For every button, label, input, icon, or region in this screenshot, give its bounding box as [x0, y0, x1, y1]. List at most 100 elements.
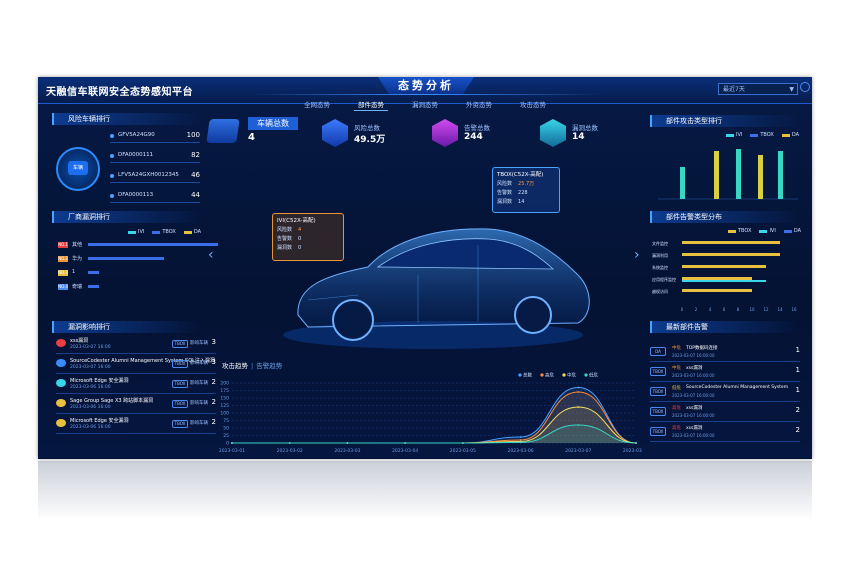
risk-label: 风险总数 — [354, 124, 380, 132]
y-tick-label: 200 — [220, 381, 229, 387]
rank-badge: NO.1 — [58, 242, 68, 248]
alert-row[interactable]: TBOX 中危 xss漏洞 2023-03-07 16:00:00 1 — [650, 363, 800, 382]
rank-row[interactable]: DFA0000111 82 — [110, 151, 200, 163]
chevron-down-icon: ▼ — [789, 86, 794, 93]
risk-kpi: 风险总数 49.5万 — [322, 119, 412, 149]
vehicle-radar-icon: 车辆 — [56, 147, 100, 191]
vuln-severity-icon — [56, 339, 66, 347]
vendor-bar-row[interactable]: NO.1 其他 — [58, 240, 218, 250]
alert-level: 中危 — [672, 346, 681, 351]
ivi-row-label: 漏洞数 — [277, 245, 293, 251]
ivi-row: 告警数 0 — [277, 235, 339, 242]
rank-row[interactable]: LFV5A24GXH0012345 46 — [110, 171, 200, 183]
center-title: 态势分析 — [378, 77, 474, 95]
vuln-impact-row[interactable]: SourceCodester Alumni Management System … — [56, 355, 216, 374]
tab-network[interactable]: 全网态势 — [300, 99, 334, 111]
attack-bar — [758, 155, 763, 199]
attack-bar — [714, 151, 719, 199]
vuln-date: 2023-03-06 16:00 — [70, 405, 111, 410]
legend-label: 低危 — [589, 372, 598, 379]
alert-hex-icon — [432, 119, 458, 147]
brand-title: 天融信车联网安全态势感知平台 — [46, 87, 193, 98]
alert-value: 244 — [464, 132, 483, 142]
alert-date: 2023-03-07 16:00:00 — [672, 373, 715, 378]
rank-value: 46 — [191, 171, 200, 179]
vendor-bar-row[interactable]: NO.4 奇瑞 — [58, 282, 198, 292]
rank-row[interactable]: GFV5A24G90 100 — [110, 131, 200, 143]
vuln-title: Microsoft Edge 安全漏洞 — [70, 418, 129, 424]
alert-count: 1 — [795, 366, 800, 374]
alert-bar — [682, 289, 752, 292]
legend-label: DA — [193, 229, 201, 235]
tab-attack[interactable]: 攻击态势 — [516, 99, 550, 111]
legend-label: 总数 — [523, 372, 532, 379]
y-tick-label: 150 — [220, 396, 229, 402]
vuln-impact-row[interactable]: xss漏洞 2023-03-07 16:00 TBOX 影响车辆 3 — [56, 335, 216, 354]
alert-row[interactable]: TBOX 高危 xss漏洞 2023-03-07 16:00:00 2 — [650, 403, 800, 422]
tab-vuln[interactable]: 漏洞态势 — [408, 99, 442, 111]
x-tick-label: 2023-03-01 — [219, 448, 245, 454]
vendor-category: 1 — [72, 269, 76, 275]
series-area — [232, 425, 636, 443]
rank-dot-icon — [110, 154, 114, 158]
time-range-select[interactable]: 最近7天 ▼ — [718, 83, 798, 95]
vuln-label: 漏洞总数 — [572, 124, 598, 132]
vuln-impact-row[interactable]: Sage Group Sage X3 跨站脚本漏洞 2023-03-06 16:0… — [56, 395, 216, 414]
vendor-bar-row[interactable]: NO.3 1 — [58, 268, 198, 278]
rank-name: DFA0000111 — [118, 152, 154, 158]
series-point — [635, 442, 637, 444]
alert-date: 2023-03-07 16:00:00 — [672, 413, 715, 418]
tbox-row: 漏洞数 14 — [497, 198, 555, 205]
ivi-row-label: 风险数 — [277, 227, 293, 233]
alert-count: 2 — [795, 426, 800, 434]
y-tick-label: 25 — [223, 433, 229, 439]
vehicle-total-value: 4 — [248, 132, 255, 143]
alert-x-tick: 12 — [763, 307, 769, 312]
trend-chart: 0 2550 75100 125150 175200 2023-03-01 2023-03-… — [219, 372, 642, 455]
alert-row[interactable]: DA 中危 TOP数据码连接 2023-03-07 16:00:00 1 — [650, 343, 800, 362]
series-point — [231, 442, 233, 444]
rank-dot-icon — [110, 174, 114, 178]
alert-row[interactable]: TBOX 低危 SourceCodester Alumni Management S… — [650, 383, 800, 402]
series-point — [288, 442, 291, 444]
component-attack-title: 部件攻击类型排行 — [650, 115, 800, 127]
vuln-affected-label: 影响车辆 — [190, 361, 208, 366]
tab-component[interactable]: 部件态势 — [354, 99, 388, 111]
vehicle-total-label: 车辆总数 — [248, 117, 298, 130]
alert-date: 2023-03-07 16:00:00 — [672, 353, 715, 358]
tab-foreign[interactable]: 外资态势 — [462, 99, 496, 111]
legend-label: TBOX — [162, 229, 176, 235]
vendor-bar-row[interactable]: NO.2 华为 — [58, 254, 198, 264]
vuln-affected-label: 影响车辆 — [190, 341, 208, 346]
rank-dot-icon — [110, 134, 114, 138]
vuln-date: 2023-03-06 16:00 — [70, 425, 111, 430]
tbox-row: 告警数 228 — [497, 189, 555, 196]
tbox-callout[interactable]: TBOX(C52X-高配) 风险数 25.7万 告警数 228 漏洞数 14 — [492, 167, 560, 213]
legend-label: DA — [793, 228, 801, 234]
x-tick-label: 2023-03-06 — [507, 448, 533, 454]
gear-icon[interactable] — [800, 82, 810, 92]
component-alert-title: 部件告警类型分布 — [650, 211, 800, 223]
alert-x-tick: 14 — [777, 307, 783, 312]
alert-level: 中危 — [672, 366, 681, 371]
next-arrow-icon[interactable]: › — [634, 247, 640, 263]
prev-arrow-icon[interactable]: ‹ — [208, 247, 214, 263]
vuln-impact-row[interactable]: Microsoft Edge 安全漏洞 2023-03-06 16:00 TBOX 影… — [56, 375, 216, 394]
alert-row[interactable]: TBOX 高危 xss漏洞 2023-03-07 16:00:00 2 — [650, 423, 800, 442]
legend-dot-icon — [540, 373, 544, 377]
rank-row[interactable]: DFA0000113 44 — [110, 191, 200, 203]
alert-component-tag: DA — [650, 347, 666, 356]
tbox-row-value: 25.7万 — [518, 181, 535, 187]
title-divider — [248, 94, 602, 95]
alert-title: SourceCodester Alumni Management System — [686, 385, 789, 390]
vuln-severity-icon — [56, 419, 66, 427]
vuln-component-tag: TBOX — [172, 380, 188, 388]
alert-count: 1 — [795, 346, 800, 354]
time-range-value: 最近7天 — [723, 86, 745, 93]
vuln-impact-row[interactable]: Microsoft Edge 安全漏洞 2023-03-06 16:00 TBOX 影… — [56, 415, 216, 434]
y-tick-label: 0 — [226, 441, 229, 447]
x-tick-label: 2023-03-04 — [392, 448, 418, 454]
tbox-row-value: 14 — [518, 199, 525, 205]
ivi-callout[interactable]: IVI(C52X-高配) 风险数 4 告警数 0 漏洞数 0 — [272, 213, 344, 261]
vuln-component-tag: TBOX — [172, 340, 188, 348]
